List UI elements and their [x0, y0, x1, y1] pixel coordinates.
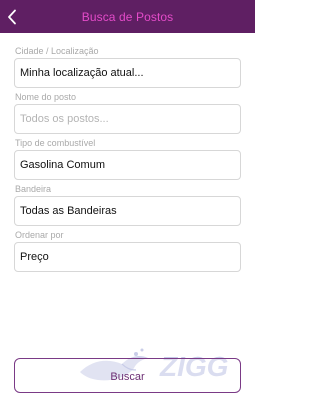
location-label: Cidade / Localização — [15, 46, 99, 56]
fuel-type-select[interactable]: Gasolina Comum — [14, 150, 241, 180]
page-title: Busca de Postos — [81, 9, 174, 24]
chevron-left-icon — [8, 9, 16, 24]
station-name-field-group: Nome do posto Todos os postos... — [14, 92, 241, 138]
top-bar: Busca de Postos — [0, 0, 255, 33]
brand-label: Bandeira — [15, 184, 52, 194]
brand-field-group: Bandeira Todas as Bandeiras — [14, 184, 241, 230]
fuel-type-field-group: Tipo de combustível Gasolina Comum — [14, 138, 241, 184]
search-form: Cidade / Localização Minha localização a… — [14, 46, 241, 276]
search-button-label: Buscar — [110, 370, 145, 383]
app-screen: Busca de Postos Cidade / Localização Min… — [0, 0, 255, 402]
station-name-input[interactable]: Todos os postos... — [14, 104, 241, 134]
sort-by-select[interactable]: Preço — [14, 242, 241, 272]
station-name-label: Nome do posto — [15, 92, 77, 102]
sort-by-label: Ordenar por — [15, 230, 64, 240]
back-button[interactable] — [0, 0, 24, 33]
search-button[interactable]: Buscar — [14, 358, 241, 393]
sort-by-field-group: Ordenar por Preço — [14, 230, 241, 276]
location-select[interactable]: Minha localização atual... — [14, 58, 241, 88]
fuel-type-label: Tipo de combustível — [15, 138, 96, 148]
location-field-group: Cidade / Localização Minha localização a… — [14, 46, 241, 92]
brand-select[interactable]: Todas as Bandeiras — [14, 196, 241, 226]
